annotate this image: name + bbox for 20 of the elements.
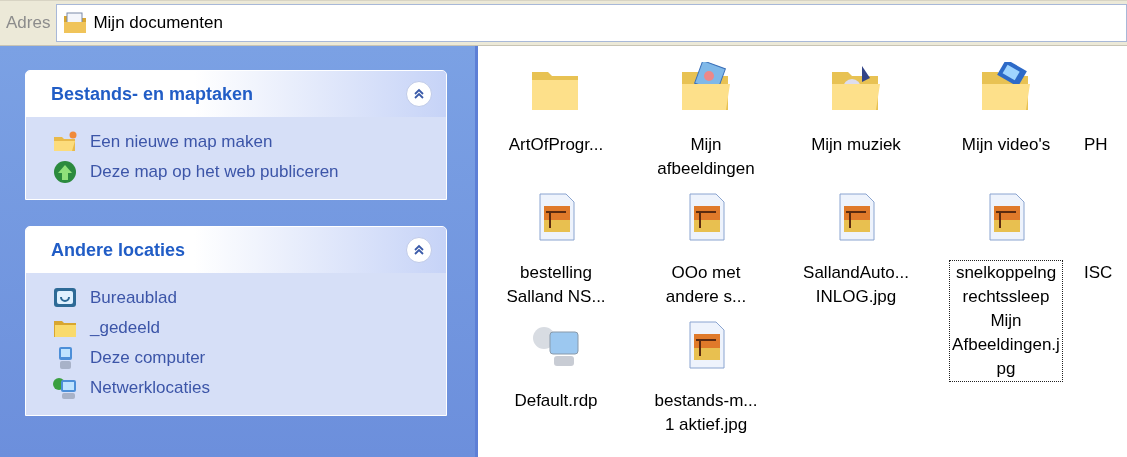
panel-title: Bestands- en maptaken [51, 83, 254, 105]
collapse-button[interactable] [406, 237, 432, 263]
task-link[interactable]: Deze map op het web publiceren [52, 159, 432, 185]
folder-icon [52, 130, 78, 154]
task-link[interactable]: Bureaublad [52, 285, 432, 311]
collapse-chevron-icon [413, 244, 425, 256]
task-link[interactable]: Deze computer [52, 345, 432, 371]
globe-icon [52, 160, 78, 184]
network-icon [52, 376, 78, 400]
collapse-chevron-icon [413, 88, 425, 100]
file-label[interactable]: snelkoppelng rechtssleep Mijn Afbeeldingen.j pg [949, 260, 1063, 382]
address-field[interactable]: Mijn documenten [56, 4, 1127, 42]
task-link[interactable]: Netwerklocaties [52, 375, 432, 401]
desktop-icon [52, 286, 78, 310]
documents-folder-icon [63, 12, 88, 34]
panel-title: Andere locaties [51, 239, 186, 261]
collapse-button[interactable] [406, 81, 432, 107]
task-link[interactable]: _gedeeld [52, 315, 432, 341]
address-label: Adres [6, 13, 51, 33]
task-link[interactable]: Een nieuwe map maken [52, 129, 432, 155]
